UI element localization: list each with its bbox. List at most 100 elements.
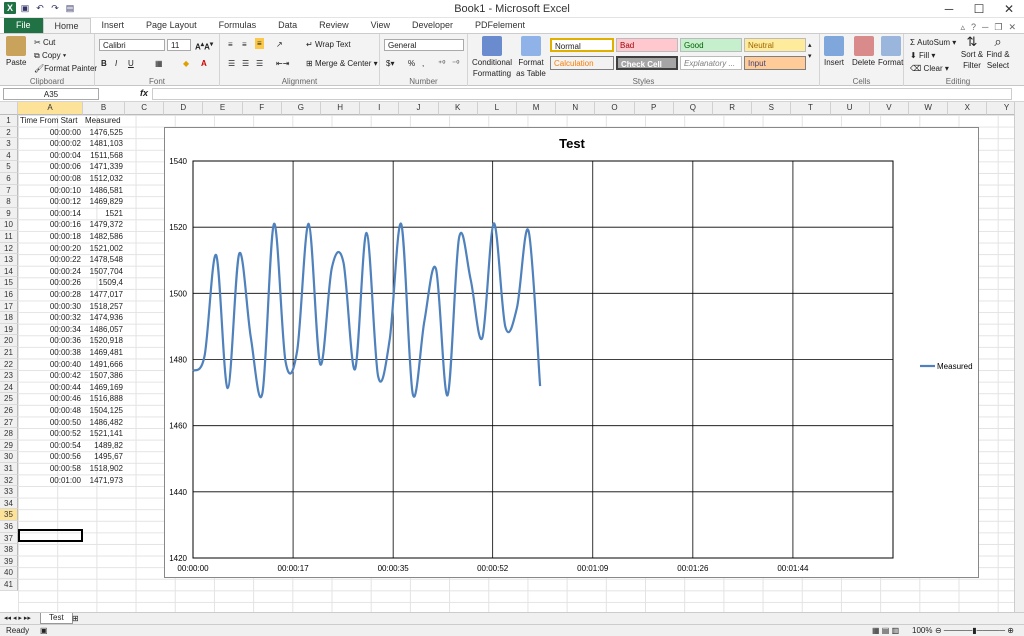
fill-color-icon[interactable]: ◆ <box>183 58 189 69</box>
workbook-close-icon[interactable]: ✕ <box>1008 22 1016 33</box>
column-header[interactable]: N <box>556 102 596 115</box>
find-select-button[interactable]: ⌕ Find & Select <box>986 35 1010 71</box>
column-header[interactable]: I <box>360 102 400 115</box>
tab-view[interactable]: View <box>360 18 401 33</box>
column-header[interactable]: W <box>909 102 949 115</box>
tab-home[interactable]: Home <box>42 18 91 33</box>
column-header[interactable]: O <box>595 102 635 115</box>
cell[interactable]: 1479,372 <box>85 219 123 231</box>
name-box[interactable]: A35 <box>3 88 99 100</box>
cell[interactable]: 1486,581 <box>85 185 123 197</box>
cell[interactable]: 1482,586 <box>85 231 123 243</box>
cell[interactable]: 1491,666 <box>85 359 123 371</box>
cell[interactable]: 1474,936 <box>85 312 123 324</box>
column-header[interactable]: F <box>242 102 282 115</box>
cell[interactable]: 00:00:38 <box>20 347 81 359</box>
row-header[interactable]: 18 <box>0 312 18 324</box>
fill-button[interactable]: ⬇ Fill ▾ <box>910 50 935 61</box>
row-header[interactable]: 30 <box>0 451 18 463</box>
row-header[interactable]: 31 <box>0 463 18 475</box>
row-header[interactable]: 22 <box>0 358 18 371</box>
select-all-corner[interactable] <box>0 102 18 115</box>
column-header[interactable]: P <box>634 102 674 115</box>
column-header[interactable]: Q <box>673 102 713 115</box>
cell[interactable]: 00:00:24 <box>20 266 81 278</box>
cell[interactable]: 00:00:22 <box>20 254 81 266</box>
zoom-level[interactable]: 100% <box>912 625 932 636</box>
cell[interactable]: 00:01:00 <box>20 475 81 487</box>
maximize-icon[interactable]: ☐ <box>964 0 994 18</box>
align-right-icon[interactable]: ☰ <box>256 58 263 69</box>
cell[interactable]: 1516,888 <box>85 393 123 405</box>
style-input[interactable]: Input <box>744 56 806 70</box>
cell[interactable]: 00:00:34 <box>20 324 81 336</box>
cell[interactable]: 1509,4 <box>85 277 123 289</box>
row-header[interactable]: 36 <box>0 521 18 533</box>
orientation-icon[interactable]: ↗ <box>276 39 283 50</box>
cell[interactable]: 00:00:52 <box>20 428 81 440</box>
cell[interactable]: 00:00:10 <box>20 185 81 197</box>
cell[interactable]: 00:00:54 <box>20 440 81 452</box>
row-header[interactable]: 9 <box>0 207 18 220</box>
cell[interactable]: 1520,918 <box>85 335 123 347</box>
row-header[interactable]: 12 <box>0 242 18 255</box>
insert-function-icon[interactable]: fx <box>140 88 148 98</box>
autosum-button[interactable]: Σ AutoSum ▾ <box>910 37 956 48</box>
sort-filter-button[interactable]: ⇅ Sort & Filter <box>960 35 984 71</box>
selected-cell[interactable] <box>18 529 83 542</box>
style-good[interactable]: Good <box>680 38 742 52</box>
cell[interactable]: 00:00:12 <box>20 196 81 208</box>
vertical-scrollbar[interactable] <box>1014 102 1024 612</box>
cell[interactable]: 1504,125 <box>85 405 123 417</box>
bold-button[interactable]: B <box>101 58 107 69</box>
clear-button[interactable]: ⌫ Clear ▾ <box>910 63 949 74</box>
row-header[interactable]: 3 <box>0 138 18 150</box>
styles-scroll-icon[interactable]: ▴ ▾ <box>808 40 812 62</box>
italic-button[interactable]: I <box>115 58 117 69</box>
row-header[interactable]: 38 <box>0 544 18 556</box>
row-header[interactable]: 33 <box>0 486 18 498</box>
minimize-icon[interactable]: ─ <box>934 0 964 18</box>
row-header[interactable]: 5 <box>0 161 18 173</box>
row-header[interactable]: 11 <box>0 231 18 243</box>
cell[interactable]: 1512,032 <box>85 173 123 185</box>
cell[interactable]: 00:00:58 <box>20 463 81 475</box>
row-header[interactable]: 28 <box>0 428 18 440</box>
font-size-select[interactable]: 11 <box>167 39 191 51</box>
column-header[interactable]: J <box>399 102 439 115</box>
sheet-nav-icon[interactable]: ◂◂ ◂ ▸ ▸▸ <box>4 613 31 624</box>
column-header[interactable]: B <box>83 102 125 115</box>
tab-file[interactable]: File <box>4 18 43 33</box>
cell[interactable]: Measured <box>85 115 123 127</box>
row-header[interactable]: 32 <box>0 474 18 487</box>
format-as-table-button[interactable]: Format as Table <box>514 36 548 79</box>
row-header[interactable]: 41 <box>0 579 18 591</box>
font-color-icon[interactable]: A <box>201 58 207 69</box>
row-header[interactable]: 13 <box>0 254 18 266</box>
row-header[interactable]: 19 <box>0 323 18 336</box>
column-header[interactable]: E <box>203 102 243 115</box>
row-header[interactable]: 25 <box>0 393 18 405</box>
row-header[interactable]: 1 <box>0 115 18 127</box>
wrap-text-button[interactable]: ↵ Wrap Text <box>306 39 351 50</box>
row-header[interactable]: 15 <box>0 277 18 289</box>
row-header[interactable]: 39 <box>0 555 18 568</box>
cell[interactable]: 1518,902 <box>85 463 123 475</box>
cell[interactable]: 00:00:08 <box>20 173 81 185</box>
row-header[interactable]: 26 <box>0 405 18 417</box>
row-header[interactable]: 34 <box>0 497 18 510</box>
chart[interactable]: Test 1420 1440 1460 1480 1500 1520 1540 00:00:0… <box>164 127 979 578</box>
workbook-restore-icon[interactable]: ❐ <box>994 22 1002 33</box>
comma-style-icon[interactable]: , <box>422 58 424 69</box>
column-header[interactable]: K <box>438 102 478 115</box>
row-header[interactable]: 6 <box>0 173 18 185</box>
row-header[interactable]: 17 <box>0 300 18 313</box>
insert-cells-button[interactable]: Insert <box>824 36 844 68</box>
row-header[interactable]: 8 <box>0 196 18 208</box>
cell[interactable]: 1481,103 <box>85 138 123 150</box>
cell[interactable]: 00:00:48 <box>20 405 81 417</box>
cell[interactable]: 00:00:18 <box>20 231 81 243</box>
sheet-tab-test[interactable]: Test <box>40 613 73 624</box>
align-middle-icon[interactable]: ≡ <box>242 39 247 50</box>
row-header[interactable]: 14 <box>0 265 18 278</box>
